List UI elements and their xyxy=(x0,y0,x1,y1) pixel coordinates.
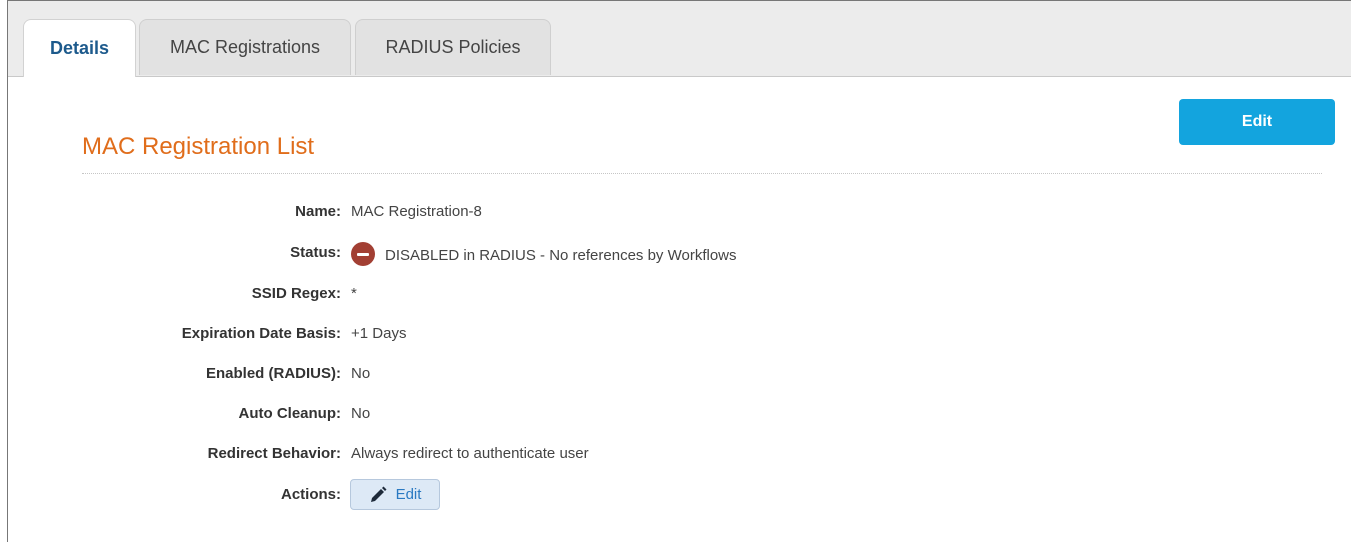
detail-row-actions: Actions: xyxy=(0,486,1300,508)
tab-bar: Details MAC Registrations RADIUS Policie… xyxy=(8,1,1351,77)
actions-edit-button[interactable]: Edit xyxy=(350,479,440,510)
enabled-radius-value: No xyxy=(351,365,371,382)
name-value: MAC Registration-8 xyxy=(351,203,482,220)
redirect-label: Redirect Behavior: xyxy=(207,445,341,462)
detail-row-status: Status: DISABLED in RADIUS - No referenc… xyxy=(0,242,1300,266)
section-title: MAC Registration List xyxy=(82,133,315,160)
auto-cleanup-value: No xyxy=(351,405,371,422)
status-value: DISABLED in RADIUS - No references by Wo… xyxy=(385,246,737,264)
divider xyxy=(82,173,1322,174)
minus-circle-icon xyxy=(351,242,375,266)
detail-row-name: Name: MAC Registration-8 xyxy=(0,203,1300,225)
ssid-regex-value: * xyxy=(351,285,357,302)
detail-row-ssid-regex: SSID Regex: * xyxy=(0,285,1300,307)
auto-cleanup-label: Auto Cleanup: xyxy=(238,405,342,422)
tab-radius-policies[interactable]: RADIUS Policies xyxy=(355,19,551,75)
expiration-label: Expiration Date Basis: xyxy=(181,325,341,342)
detail-row-expiration: Expiration Date Basis: +1 Days xyxy=(0,325,1300,347)
tab-details[interactable]: Details xyxy=(23,19,136,77)
ssid-regex-label: SSID Regex: xyxy=(251,285,341,302)
actions-label: Actions: xyxy=(281,486,341,503)
detail-row-auto-cleanup: Auto Cleanup: No xyxy=(0,405,1300,427)
name-label: Name: xyxy=(295,203,341,220)
detail-row-enabled-radius: Enabled (RADIUS): No xyxy=(0,365,1300,387)
expiration-value: +1 Days xyxy=(351,325,407,342)
pencil-icon xyxy=(370,486,387,502)
edit-button[interactable]: Edit xyxy=(1179,99,1335,145)
enabled-radius-label: Enabled (RADIUS): xyxy=(206,365,341,382)
redirect-value: Always redirect to authenticate user xyxy=(351,445,589,462)
status-label: Status: xyxy=(290,244,341,261)
status-value-wrap: DISABLED in RADIUS - No references by Wo… xyxy=(351,242,737,266)
tab-mac-registrations[interactable]: MAC Registrations xyxy=(139,19,351,75)
detail-row-redirect: Redirect Behavior: Always redirect to au… xyxy=(0,445,1300,467)
actions-edit-label: Edit xyxy=(395,486,422,503)
